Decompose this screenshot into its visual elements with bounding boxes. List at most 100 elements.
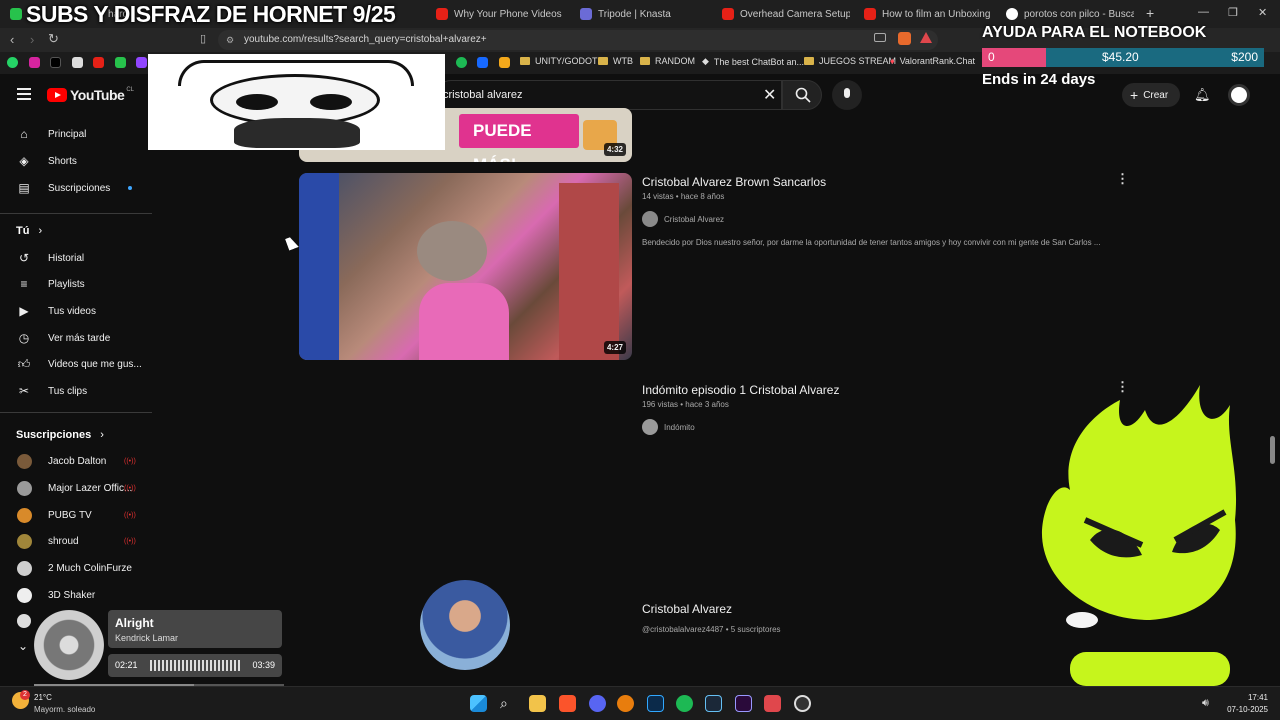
folder-icon	[804, 57, 814, 65]
chevron-down-icon[interactable]: ⌄	[18, 639, 28, 653]
obs-icon[interactable]	[794, 695, 811, 712]
youtube-logo[interactable]: YouTube CL	[47, 87, 134, 103]
bookmark-app-icon[interactable]	[456, 57, 467, 68]
track-artist: Kendrick Lamar	[115, 633, 179, 643]
tab-label: Overhead Camera Setup for U	[740, 8, 850, 20]
channel-avatar	[17, 534, 32, 549]
sidebar-item-principal[interactable]: ⌂ Principal	[0, 121, 152, 147]
bookmark-chatbot[interactable]: ◆ The best ChatBot an...	[702, 56, 804, 67]
youtube-play-icon	[47, 88, 67, 102]
channel-avatar	[642, 419, 658, 435]
youtube-favicon-icon	[864, 8, 876, 20]
volume-icon[interactable]: 🔊︎	[1202, 697, 1209, 710]
bookmark-folder-juegos[interactable]: JUEGOS STREAM	[804, 56, 896, 66]
bookmark-valorantrank[interactable]: ♦ ValorantRank.Chat	[890, 56, 975, 66]
instagram-icon[interactable]	[29, 57, 40, 68]
forward-icon[interactable]: ›	[30, 32, 34, 47]
channel-avatar[interactable]	[420, 580, 510, 670]
youtube-bookmark-icon[interactable]	[93, 57, 104, 68]
back-icon[interactable]: ‹	[10, 32, 14, 47]
file-explorer-icon[interactable]	[529, 695, 546, 712]
goal-title: AYUDA PARA EL NOTEBOOK	[982, 24, 1207, 41]
url-input[interactable]: ⚙ youtube.com/results?search_query=crist…	[218, 30, 938, 50]
bookmark-icon[interactable]: ▯	[200, 32, 206, 45]
mouse-cursor-icon	[285, 235, 299, 251]
brave-rewards-taskbar-icon[interactable]	[764, 695, 781, 712]
sidebar-sub-item[interactable]: Jacob Dalton ((•))	[0, 448, 152, 474]
premiere-icon[interactable]	[735, 695, 752, 712]
x-twitter-icon[interactable]	[50, 57, 61, 68]
search-icon	[795, 87, 811, 103]
page-scrollbar[interactable]	[1270, 436, 1275, 464]
bookmark-folder-unity[interactable]: UNITY/GODOT	[520, 56, 598, 66]
cast-icon[interactable]	[874, 33, 886, 42]
search-input[interactable]: cristobal alvarez ✕	[436, 80, 782, 110]
sidebar-item-tus-videos[interactable]: ▶ Tus videos	[0, 298, 152, 324]
windows-start-icon[interactable]	[470, 695, 487, 712]
video-title[interactable]: Cristobal Alvarez Brown Sancarlos	[642, 175, 826, 189]
sidebar-sub-item[interactable]: 3D Shaker	[0, 582, 152, 608]
video-channel[interactable]: Indómito	[642, 419, 695, 435]
browser-tab[interactable]: How to film an Unboxing vide	[864, 4, 992, 24]
search-button[interactable]	[782, 80, 822, 110]
divider	[0, 213, 152, 214]
video-title[interactable]: Indómito episodio 1 Cristobal Alvarez	[642, 383, 839, 397]
channel-title[interactable]: Cristobal Alvarez	[642, 602, 732, 616]
whatsapp-icon[interactable]	[7, 57, 18, 68]
kick-bookmark-icon[interactable]	[115, 57, 126, 68]
apple-icon[interactable]	[72, 57, 83, 68]
twitch-icon[interactable]	[136, 57, 147, 68]
brave-rewards-icon[interactable]	[920, 32, 932, 43]
behance-icon[interactable]	[477, 57, 488, 68]
video-thumbnail[interactable]: 4:27	[299, 173, 632, 360]
bookmark-folder-random[interactable]: RANDOM	[640, 56, 695, 66]
photoshop-icon[interactable]	[647, 695, 664, 712]
brave-shield-icon[interactable]	[898, 32, 911, 45]
channel-avatar[interactable]	[17, 614, 31, 628]
browser-tab[interactable]: Overhead Camera Setup for U	[722, 4, 850, 24]
section-subscriptions[interactable]: Suscripciones ›	[16, 429, 104, 441]
reload-icon[interactable]: ↻	[48, 31, 59, 47]
discord-icon[interactable]	[589, 695, 606, 712]
sidebar-sub-item[interactable]: 2 Much ColinFurze	[0, 555, 152, 581]
bookmark-app-icon[interactable]	[499, 57, 510, 68]
notification-badge: 2	[20, 690, 30, 700]
mascot-body	[1070, 652, 1230, 686]
new-tab-button[interactable]: +	[1146, 5, 1154, 21]
brave-browser-icon[interactable]	[559, 695, 576, 712]
clock-time[interactable]: 17:41	[1226, 693, 1268, 702]
video-description: Bendecido por Dios nuestro señor, por da…	[642, 238, 1101, 247]
browser-tab[interactable]: Why Your Phone Videos Look	[436, 4, 564, 24]
sidebar-item-suscripciones[interactable]: ▤ Suscripciones	[0, 175, 152, 201]
bookmark-folder-wtb[interactable]: WTB	[598, 56, 633, 66]
steam-icon[interactable]	[705, 695, 722, 712]
sidebar-item-historial[interactable]: ↺ Historial	[0, 245, 152, 271]
menu-icon[interactable]	[17, 88, 31, 100]
blender-icon[interactable]	[617, 695, 634, 712]
kick-icon	[10, 8, 22, 20]
sidebar-item-playlists[interactable]: ≡ Playlists	[0, 271, 152, 297]
sidebar-sub-item[interactable]: Major Lazer Offic... ((•))	[0, 475, 152, 501]
section-you[interactable]: Tú ›	[16, 225, 42, 237]
browser-tab[interactable]: porotos con pilco - Buscar con	[1006, 4, 1134, 24]
browser-tab[interactable]: Tripode | Knasta	[580, 4, 710, 24]
track-total: 03:39	[252, 660, 275, 670]
close-window-icon[interactable]: ✕	[1258, 6, 1267, 19]
sidebar-item-ver-mas-tarde[interactable]: ◷ Ver más tarde	[0, 325, 152, 351]
sidebar-item-liked[interactable]: 👍︎ Videos que me gus...	[0, 351, 152, 377]
clock-date[interactable]: 07-10-2025	[1222, 705, 1268, 714]
sidebar-item-shorts[interactable]: ◈ Shorts	[0, 148, 152, 174]
search-taskbar-icon[interactable]: ⌕	[500, 695, 508, 712]
minimize-icon[interactable]: —	[1198, 6, 1209, 18]
goal-progress-bar: 0 $45.20 $200	[982, 48, 1264, 67]
subscriptions-icon: ▤	[18, 181, 30, 195]
sidebar-sub-item[interactable]: PUBG TV ((•))	[0, 502, 152, 528]
clear-search-icon[interactable]: ✕	[763, 85, 776, 105]
sidebar-item-tus-clips[interactable]: ✂ Tus clips	[0, 378, 152, 404]
sidebar-sub-item[interactable]: shroud ((•))	[0, 528, 152, 554]
spotify-icon[interactable]	[676, 695, 693, 712]
maximize-icon[interactable]: ❐	[1228, 6, 1238, 19]
voice-search-button[interactable]	[832, 80, 862, 110]
more-options-icon[interactable]: ⋮	[1116, 171, 1129, 187]
video-channel[interactable]: Cristobal Alvarez	[642, 211, 724, 227]
